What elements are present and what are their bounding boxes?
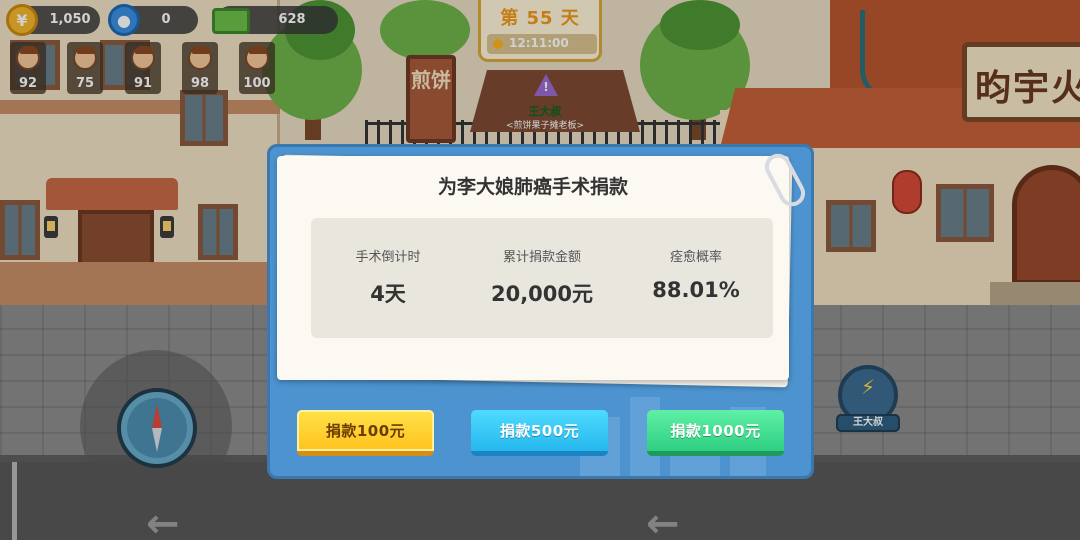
stat-value: 88.01% bbox=[652, 278, 740, 302]
stat-total-donation: 累计捐款金额 20,000元 bbox=[465, 218, 619, 338]
stat-label: 痊愈概率 bbox=[669, 250, 722, 265]
stat-label: 手术倒计时 bbox=[355, 250, 421, 265]
stat-countdown: 手术倒计时 4天 bbox=[311, 218, 465, 338]
stat-label: 累计捐款金额 bbox=[502, 250, 581, 265]
donate-100-label: 捐款100元 bbox=[325, 422, 406, 440]
modal-title: 为李大娘肺癌手术捐款 bbox=[437, 176, 628, 198]
donate-500-label: 捐款500元 bbox=[499, 422, 580, 440]
donate-100-button[interactable]: 捐款100元 bbox=[297, 410, 434, 456]
stat-value: 20,000元 bbox=[490, 282, 594, 306]
donate-500-button[interactable]: 捐款500元 bbox=[471, 410, 608, 456]
donate-1000-label: 捐款1000元 bbox=[670, 422, 761, 440]
stats-box: 手术倒计时 4天 累计捐款金额 20,000元 痊愈概率 88.01% bbox=[311, 218, 773, 338]
stat-value: 4天 bbox=[370, 282, 406, 306]
stat-recovery-rate: 痊愈概率 88.01% bbox=[619, 218, 773, 338]
donate-1000-button[interactable]: 捐款1000元 bbox=[647, 410, 784, 456]
